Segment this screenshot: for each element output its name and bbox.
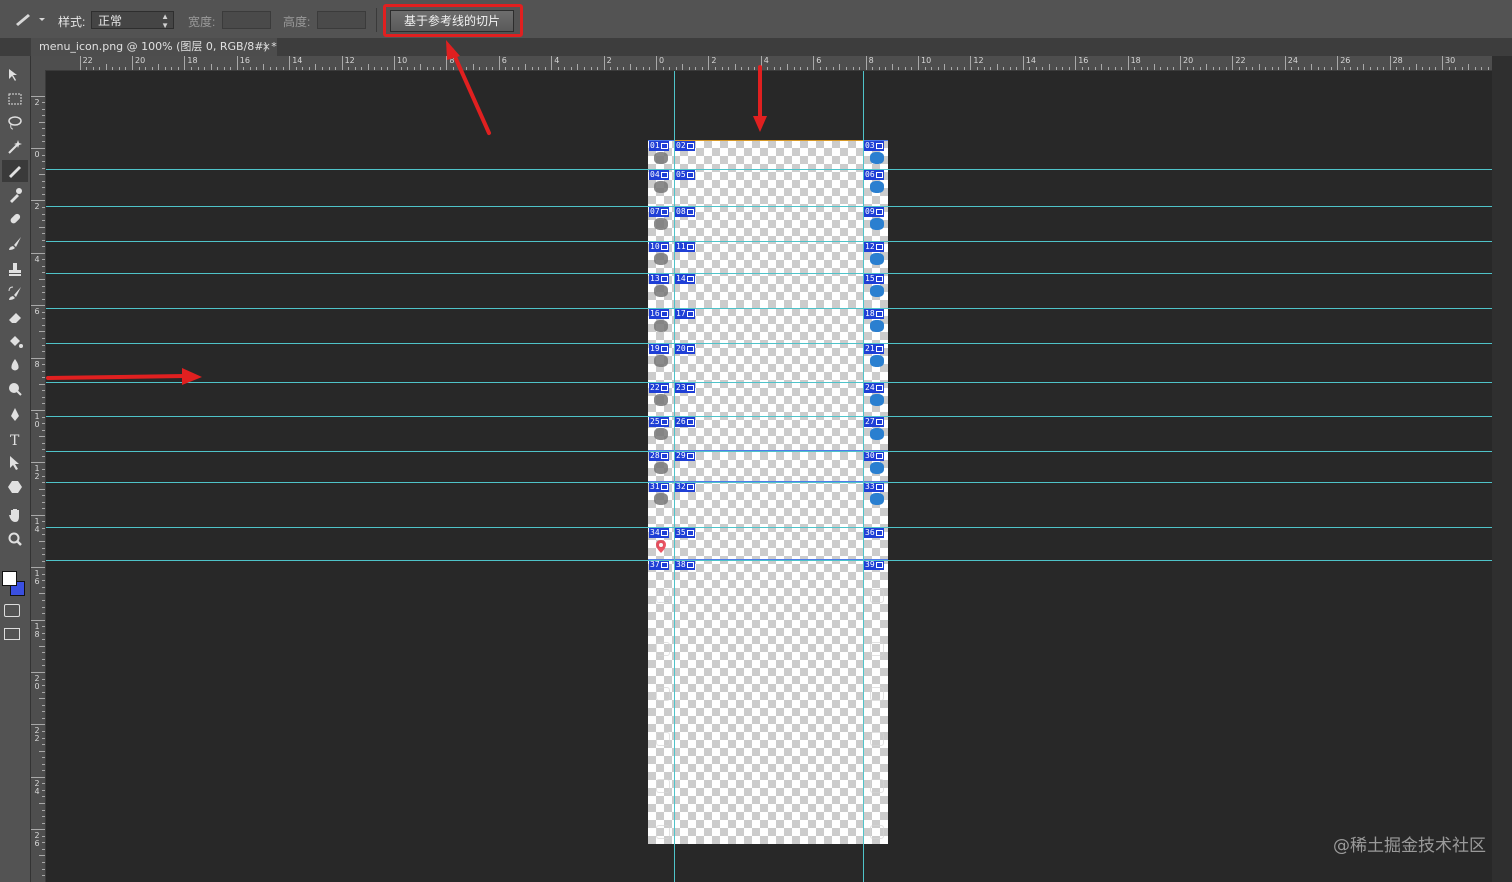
annotation-arrows — [46, 40, 767, 385]
watermark-text: @稀土掘金技术社区 — [1333, 836, 1486, 856]
arrow-to-image-top — [753, 65, 767, 132]
arrow-to-button — [446, 40, 491, 135]
arrow-to-guides — [46, 368, 202, 385]
